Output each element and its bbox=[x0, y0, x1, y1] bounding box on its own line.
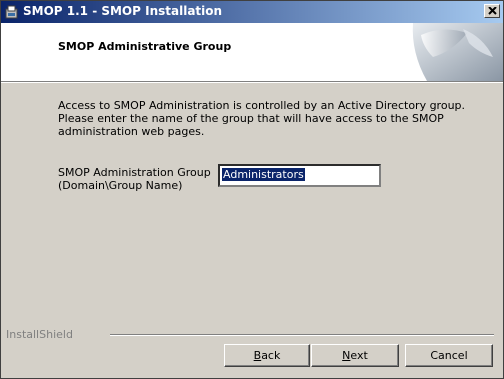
group-name-input[interactable]: Administrators bbox=[218, 164, 381, 187]
group-name-value: Administrators bbox=[222, 168, 305, 181]
back-button[interactable]: Back bbox=[224, 344, 310, 367]
description-line: Access to SMOP Administration is control… bbox=[58, 99, 466, 112]
description-line: Please enter the name of the group that … bbox=[58, 112, 444, 125]
page-curl-art bbox=[393, 23, 503, 81]
installer-icon bbox=[4, 4, 20, 20]
window-title: SMOP 1.1 - SMOP Installation bbox=[23, 4, 223, 18]
footer-separator bbox=[110, 334, 494, 336]
header-separator bbox=[1, 81, 503, 83]
header-banner: SMOP Administrative Group bbox=[1, 23, 503, 81]
close-button[interactable] bbox=[484, 4, 500, 18]
back-label: ack bbox=[261, 349, 281, 362]
group-field-label: SMOP Administration Group (Domain\Group … bbox=[58, 166, 211, 192]
group-label-line: SMOP Administration Group bbox=[58, 166, 211, 179]
next-button[interactable]: Next bbox=[311, 344, 399, 367]
title-bar[interactable]: SMOP 1.1 - SMOP Installation bbox=[1, 1, 503, 23]
page-title: SMOP Administrative Group bbox=[58, 40, 232, 53]
group-label-hint: (Domain\Group Name) bbox=[58, 179, 183, 192]
installer-dialog: SMOP 1.1 - SMOP Installation SMOP Admini… bbox=[0, 0, 504, 379]
installshield-brand: InstallShield bbox=[6, 328, 73, 341]
description-text: Access to SMOP Administration is control… bbox=[58, 99, 466, 138]
next-label: ext bbox=[350, 349, 368, 362]
description-line: administration web pages. bbox=[58, 125, 205, 138]
close-icon bbox=[488, 7, 497, 15]
cancel-button[interactable]: Cancel bbox=[405, 344, 493, 367]
